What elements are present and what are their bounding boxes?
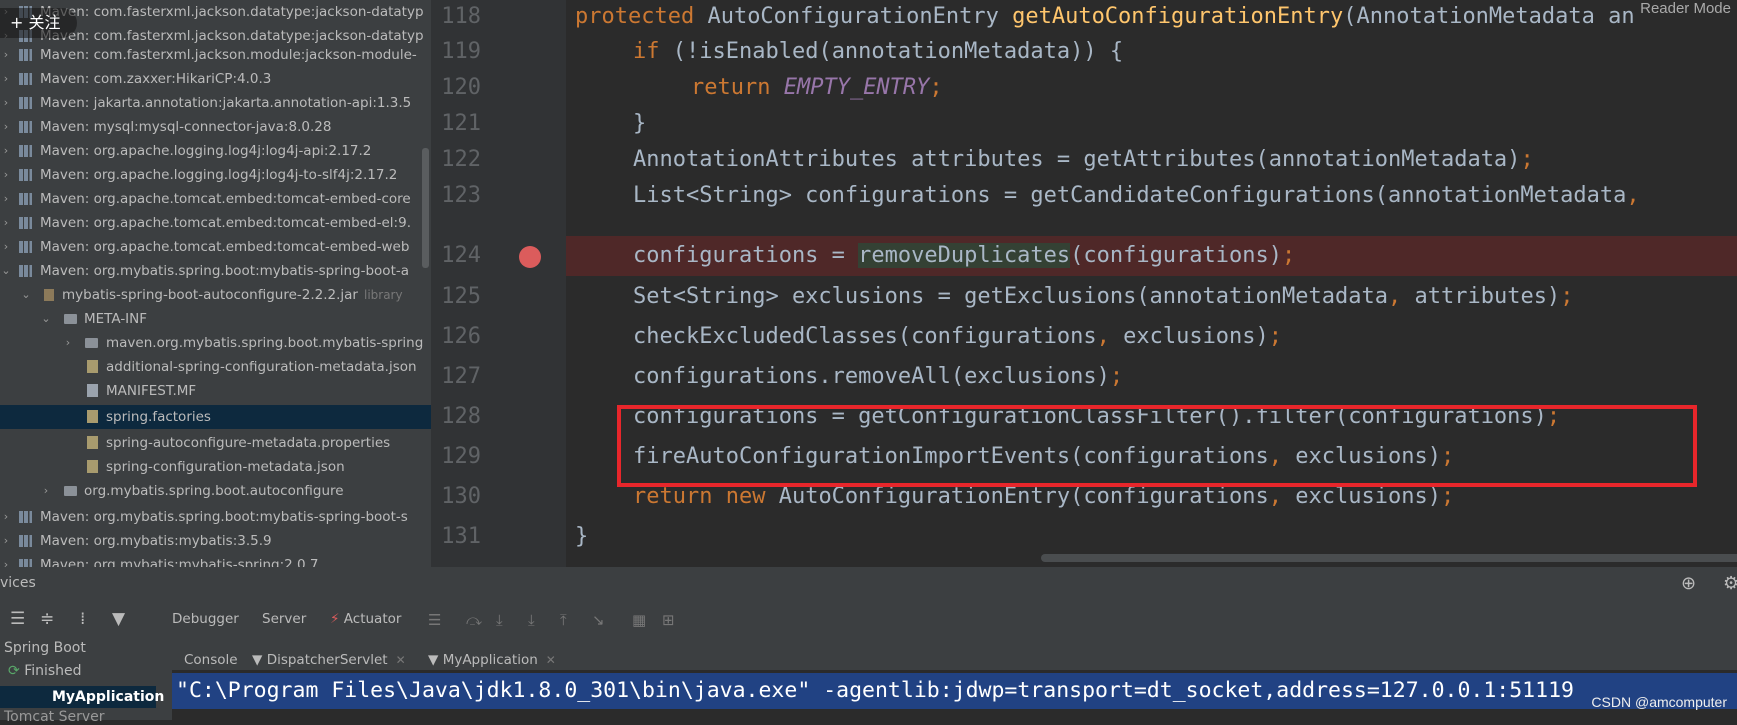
library-icon — [19, 241, 32, 253]
tree-item[interactable]: › Maven: com.fasterxml.jackson.module:jac… — [0, 43, 431, 67]
console-output[interactable]: "C:\Program Files\Java\jdk1.8.0_301\bin\… — [172, 670, 1737, 720]
myapplication-node[interactable]: MyApplication — [0, 686, 164, 708]
code-line: 125 Set<String> exclusions = getExclusion… — [441, 284, 1574, 309]
jar-icon — [44, 289, 54, 301]
library-icon — [19, 265, 32, 277]
gear-icon[interactable]: ⚙ — [1723, 573, 1737, 594]
tree-item[interactable]: › Maven: mysql:mysql-connector-java:8.0.2… — [0, 115, 431, 139]
tab-actuator[interactable]: ⚡ Actuator — [330, 611, 401, 627]
run-to-cursor-icon[interactable]: ↘ — [592, 611, 605, 629]
code-line: 122 AnnotationAttributes attributes = get… — [441, 147, 1534, 172]
tree-item[interactable]: › Maven: org.apache.logging.log4j:log4j-a… — [0, 139, 431, 163]
editor-horizontal-scrollbar[interactable] — [1041, 554, 1737, 562]
step-into-icon[interactable]: ⤓ — [496, 611, 503, 629]
finished-node[interactable]: ⟳ Finished — [8, 663, 82, 679]
tab-server[interactable]: Server — [262, 611, 306, 627]
library-icon — [19, 49, 32, 61]
library-icon — [19, 169, 32, 181]
tree-item[interactable]: › Maven: org.mybatis.spring.boot:mybatis-… — [0, 505, 431, 529]
group-icon[interactable]: ⁞ — [80, 609, 85, 629]
step-over-icon[interactable]: ⤼ — [466, 611, 482, 629]
library-icon — [19, 511, 32, 523]
close-icon[interactable]: ✕ — [396, 653, 406, 667]
tree-item[interactable]: › Maven: org.mybatis:mybatis:3.5.9 — [0, 529, 431, 553]
tree-item-meta-inf[interactable]: ⌄ META-INF — [0, 307, 431, 331]
folder-icon — [64, 314, 77, 324]
json-file-icon — [87, 460, 98, 473]
tomcat-server-node[interactable]: Tomcat Server — [4, 709, 105, 725]
trace-icon[interactable]: ⊞ — [662, 611, 675, 629]
code-line-breakpoint: 124 configurations = removeDuplicates(con… — [441, 243, 1296, 268]
spring-boot-node[interactable]: Spring Boot — [4, 640, 86, 656]
collapse-all-icon[interactable]: ≑ — [40, 609, 54, 629]
code-line: 131} — [441, 524, 589, 549]
library-icon — [19, 73, 32, 85]
code-line: 119 if (!isEnabled(annotationMetadata)) { — [441, 39, 1124, 64]
tree-item[interactable]: ⌄ Maven: org.mybatis.spring.boot:mybatis-… — [0, 259, 431, 283]
code-line: 120 return EMPTY_ENTRY; — [441, 75, 943, 100]
code-line: 127 configurations.removeAll(exclusions); — [441, 364, 1124, 389]
package-icon — [64, 486, 77, 496]
library-icon — [19, 121, 32, 133]
filter-icon: ▼ — [252, 652, 267, 668]
expand-all-icon[interactable]: ☰ — [10, 609, 25, 629]
filter-icon: ▼ — [428, 652, 443, 668]
settings-icon[interactable]: ⊕ — [1681, 573, 1696, 594]
tree-item[interactable]: › Maven: org.apache.tomcat.embed:tomcat-e… — [0, 211, 431, 235]
tree-item[interactable]: additional-spring-configuration-metadata… — [0, 355, 431, 379]
tree-item[interactable]: › Maven: org.mybatis:mybatis-spring:2.0.7 — [0, 553, 431, 567]
close-icon[interactable]: ✕ — [546, 653, 556, 667]
code-line: 121} — [441, 111, 647, 136]
tree-item-jar[interactable]: ⌄ mybatis-spring-boot-autoconfigure-2.2.2… — [0, 283, 431, 307]
step-out-icon[interactable]: ⤒ — [560, 611, 567, 629]
tree-item[interactable]: › Maven: org.apache.logging.log4j:log4j-t… — [0, 163, 431, 187]
library-icon — [19, 535, 32, 547]
evaluate-icon[interactable]: ▦ — [632, 611, 646, 629]
tab-debugger[interactable]: Debugger — [172, 611, 239, 627]
folder-icon — [85, 338, 98, 348]
tree-item[interactable]: MANIFEST.MF — [0, 379, 431, 403]
watermark: CSDN @amcomputer — [1591, 694, 1727, 710]
tree-item[interactable]: spring-configuration-metadata.json — [0, 455, 431, 479]
tree-item[interactable]: › org.mybatis.spring.boot.autoconfigure — [0, 479, 431, 503]
project-tree: ›Maven: com.fasterxml.jackson.datatype:j… — [0, 0, 431, 567]
run-status-icon: ⟳ — [8, 663, 25, 679]
library-icon — [19, 193, 32, 205]
tree-item[interactable]: › Maven: org.apache.tomcat.embed:tomcat-e… — [0, 235, 431, 259]
tree-item[interactable]: › Maven: jakarta.annotation:jakarta.annot… — [0, 91, 431, 115]
follow-button[interactable]: + 关注 — [0, 8, 77, 38]
properties-file-icon — [87, 436, 98, 449]
tree-item[interactable]: › maven.org.mybatis.spring.boot.mybatis-s… — [0, 331, 431, 355]
services-panel: vices ⊕ ⚙ ☰ ≑ ⁞ ▼ Spring Boot ⟳ Finished… — [0, 567, 1737, 725]
breakpoint-icon[interactable] — [519, 246, 541, 268]
filter-icon[interactable]: ▼ — [112, 609, 125, 629]
json-file-icon — [87, 360, 98, 373]
tree-item-spring-factories[interactable]: spring.factories — [0, 405, 431, 429]
tree-item[interactable]: › Maven: org.apache.tomcat.embed:tomcat-e… — [0, 187, 431, 211]
manifest-file-icon — [87, 384, 98, 397]
library-icon — [19, 217, 32, 229]
services-title: vices — [0, 575, 36, 591]
tree-item[interactable]: spring-autoconfigure-metadata.properties — [0, 431, 431, 455]
library-icon — [19, 145, 32, 157]
library-icon — [19, 559, 32, 567]
force-step-into-icon[interactable]: ⤓ — [528, 611, 535, 629]
library-icon — [19, 97, 32, 109]
factories-file-icon — [87, 410, 98, 423]
code-line: 123 List<String> configurations = getCand… — [441, 183, 1640, 208]
tree-scrollbar[interactable] — [422, 148, 429, 268]
tree-item[interactable]: › Maven: com.zaxxer:HikariCP:4.0.3 — [0, 67, 431, 91]
code-line: 126 checkExcludedClasses(configurations, … — [441, 324, 1283, 349]
console-command-line: "C:\Program Files\Java\jdk1.8.0_301\bin\… — [172, 673, 1737, 709]
actuator-icon: ⚡ — [330, 611, 340, 627]
menu-icon[interactable]: ☰ — [428, 611, 441, 629]
highlight-annotation-box — [617, 405, 1697, 487]
